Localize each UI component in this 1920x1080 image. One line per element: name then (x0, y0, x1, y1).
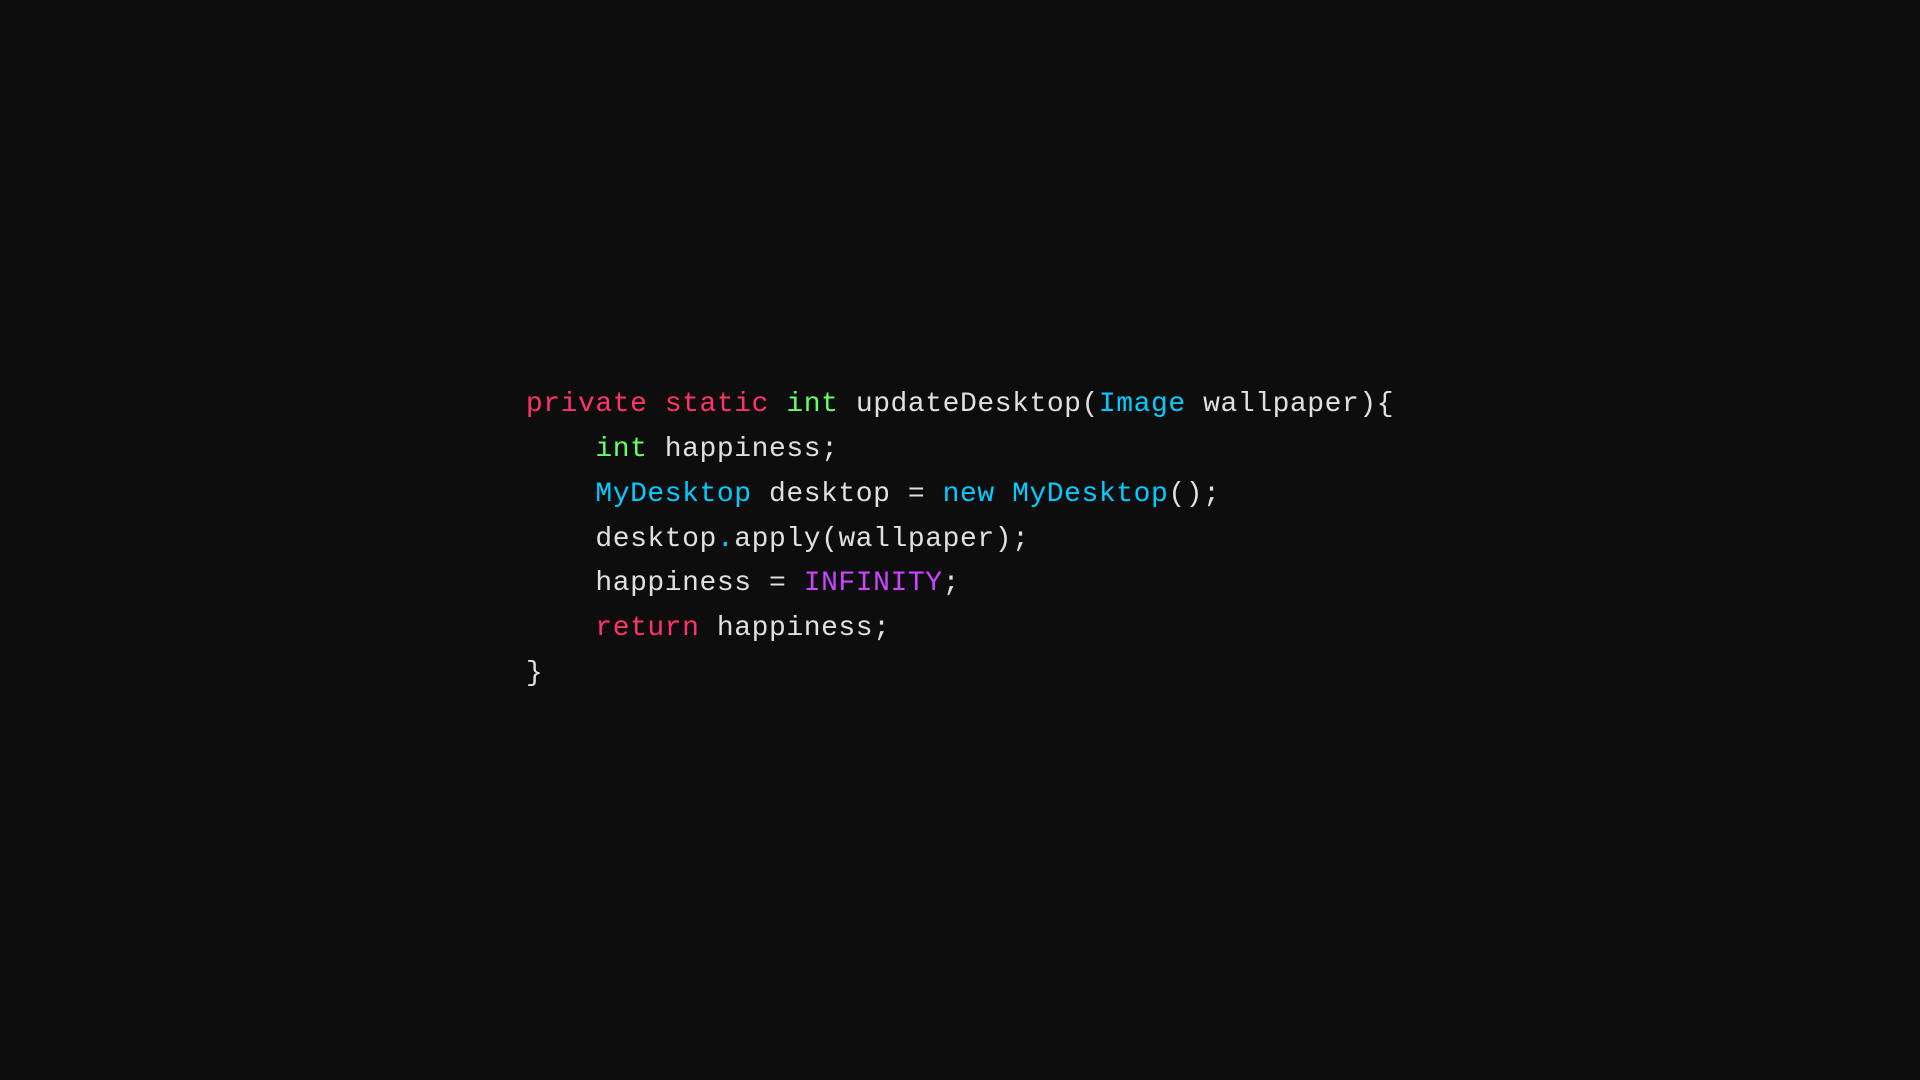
code-display: private static int updateDesktop(Image w… (526, 383, 1394, 697)
code-line-1: private static int updateDesktop(Image w… (526, 383, 1394, 428)
code-line-3: MyDesktop desktop = new MyDesktop(); (526, 473, 1394, 518)
code-line-6: return happiness; (526, 607, 1394, 652)
code-line-2: int happiness; (526, 428, 1394, 473)
code-line-7: } (526, 652, 1394, 697)
code-line-4: desktop.apply(wallpaper); (526, 518, 1394, 563)
code-line-5: happiness = INFINITY; (526, 562, 1394, 607)
